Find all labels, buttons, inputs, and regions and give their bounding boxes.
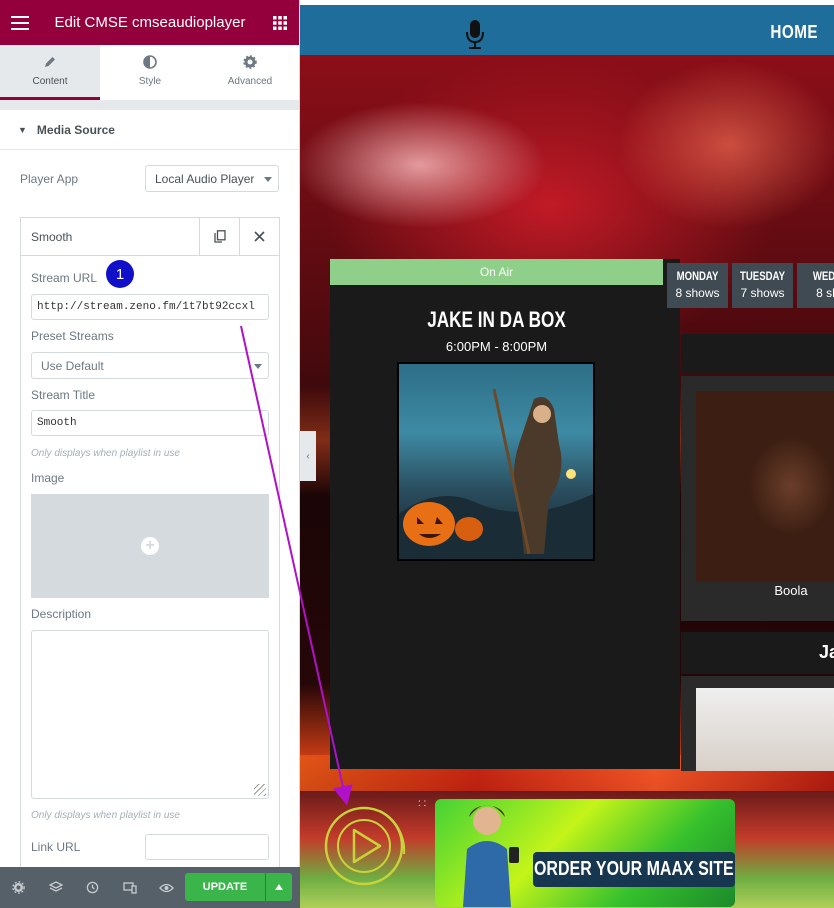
on-air-panel: On Air JAKE IN DA BOX 6:00PM - 8:00PM [330, 259, 680, 769]
day-tab[interactable]: WEDN 8 sh [797, 263, 834, 308]
repeater-item-header[interactable]: Smooth [21, 217, 279, 256]
show-title: JAKE IN DA BOX [427, 307, 566, 332]
schedule-card[interactable] [681, 676, 834, 771]
description-hint: Only displays when playlist in use [31, 810, 180, 821]
microphone-icon [465, 20, 485, 53]
nav-home-link[interactable]: HOME [770, 22, 818, 43]
update-button[interactable]: UPDATE [185, 873, 265, 901]
chevron-down-icon [254, 363, 262, 369]
image-picker[interactable]: + [31, 494, 269, 598]
day-name: MONDAY [676, 269, 719, 283]
link-url-label: Link URL [31, 840, 81, 854]
player-app-select[interactable]: Local Audio Player [145, 165, 279, 192]
card-image [696, 391, 834, 582]
panel-header: Edit CMSE cmseaudioplayer [0, 0, 299, 45]
audio-player-bar: : : ORDER YOUR MAAX SITE [300, 791, 834, 908]
half-circle-icon [143, 55, 157, 72]
responsive-icon[interactable] [111, 867, 148, 908]
hamburger-menu-icon[interactable] [0, 0, 40, 45]
link-url-input[interactable] [145, 834, 269, 860]
section-media-source[interactable]: ▼ Media Source [0, 110, 299, 150]
tab-style-label: Style [138, 76, 162, 87]
history-icon[interactable] [74, 867, 111, 908]
day-tab[interactable]: TUESDAY 7 shows [732, 263, 793, 308]
eye-preview-icon[interactable] [148, 867, 185, 908]
player-app-value: Local Audio Player [155, 171, 255, 186]
day-count: 8 shows [675, 286, 720, 300]
chevron-down-icon [264, 176, 272, 182]
repeater-item-title: Smooth [31, 229, 73, 244]
stream-url-label: Stream URL [31, 271, 98, 285]
image-label: Image [31, 471, 65, 485]
description-label: Description [31, 607, 92, 621]
on-air-label: On Air [330, 259, 663, 285]
schedule-card[interactable]: Boola [681, 376, 834, 621]
schedule-day-tabs: MONDAY 8 shows TUESDAY 7 shows WEDN 8 sh [667, 263, 834, 308]
caret-down-icon: ▼ [18, 124, 27, 135]
widgets-grid-icon[interactable] [260, 0, 299, 45]
description-textarea[interactable] [31, 630, 269, 799]
ad-text: ORDER YOUR MAAX SITE [534, 858, 734, 880]
tab-style[interactable]: Style [100, 45, 200, 100]
resize-grip-icon[interactable] [254, 784, 266, 796]
chevron-left-icon: ‹ [306, 450, 310, 462]
tabs-separator [0, 100, 299, 110]
stream-url-input[interactable]: http://stream.zeno.fm/1t7bt92ccxl [31, 294, 269, 320]
panel-title: Edit CMSE cmseaudioplayer [54, 14, 246, 31]
layers-icon[interactable] [37, 867, 74, 908]
stream-title-hint: Only displays when playlist in use [31, 448, 180, 459]
show-time: 6:00PM - 8:00PM [445, 339, 548, 354]
settings-gear-icon[interactable] [0, 867, 37, 908]
stream-title-input[interactable]: Smooth [31, 410, 269, 436]
tab-advanced[interactable]: Advanced [200, 45, 299, 100]
ad-text-box: ORDER YOUR MAAX SITE [533, 852, 735, 887]
site-topbar: HOME [300, 5, 834, 55]
preset-streams-value: Use Default [41, 358, 104, 373]
player-app-label: Player App [20, 172, 79, 186]
card-name: Boola [774, 583, 808, 598]
day-name: WEDN [812, 269, 834, 283]
site-preview: HOME On Air JAKE IN DA BOX 6:00PM - 8:00… [300, 0, 834, 908]
panel-tabs: Content Style Advanced [0, 45, 299, 100]
panel-collapse-handle[interactable]: ‹ [300, 431, 316, 481]
gear-icon [243, 55, 257, 72]
ad-banner[interactable]: ORDER YOUR MAAX SITE [435, 799, 735, 907]
tab-content-label: Content [32, 76, 68, 87]
plus-circle-icon: + [141, 537, 159, 555]
stream-title-label: Stream Title [31, 388, 96, 402]
day-tab[interactable]: MONDAY 8 shows [667, 263, 728, 308]
annotation-badge: 1 [106, 260, 134, 288]
duplicate-icon[interactable] [199, 217, 239, 256]
schedule-card-title: Ja [681, 632, 834, 674]
close-icon[interactable] [239, 217, 279, 256]
section-title: Media Source [36, 122, 115, 137]
show-image [397, 362, 595, 561]
card-image [696, 688, 834, 771]
day-name: TUESDAY [740, 269, 785, 283]
play-icon[interactable] [320, 799, 412, 891]
day-count: 8 sh [816, 286, 834, 300]
preset-streams-select[interactable]: Use Default [31, 352, 269, 379]
tab-content[interactable]: Content [0, 45, 100, 100]
player-dots: : : [418, 798, 427, 809]
caret-up-icon[interactable] [266, 873, 292, 901]
editor-panel: Edit CMSE cmseaudioplayer Content Style [0, 0, 300, 908]
preset-streams-label: Preset Streams [31, 329, 114, 343]
tab-advanced-label: Advanced [227, 76, 273, 87]
pencil-icon [43, 55, 57, 72]
day-count: 7 shows [740, 286, 785, 300]
schedule-card-header [681, 334, 834, 374]
